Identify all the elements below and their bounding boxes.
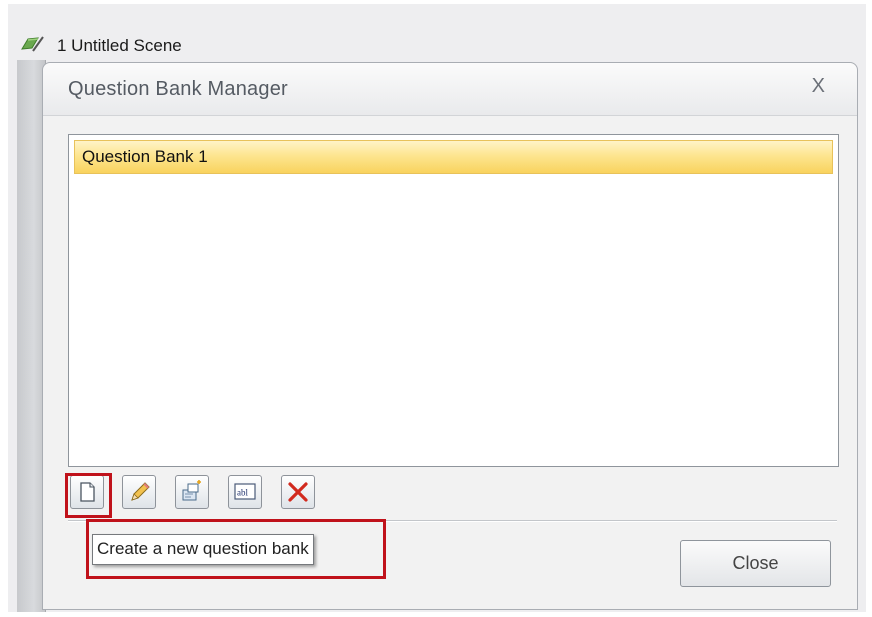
question-bank-list[interactable]: Question Bank 1 — [68, 134, 839, 467]
rename-abl-icon: abl — [234, 483, 256, 500]
edit-question-bank-button[interactable] — [122, 475, 156, 509]
dialog-title: Question Bank Manager — [68, 78, 288, 100]
question-bank-manager-dialog: Question Bank Manager X Question Bank 1 … — [42, 62, 858, 610]
pencil-icon — [131, 482, 150, 501]
delete-x-icon — [288, 482, 308, 502]
delete-question-bank-button[interactable] — [281, 475, 315, 509]
scene-flag-icon — [21, 36, 44, 52]
tooltip: Create a new question bank — [92, 534, 314, 565]
close-button[interactable]: Close — [680, 540, 831, 587]
dialog-close-icon[interactable]: X — [812, 75, 825, 98]
rename-question-bank-button[interactable]: abl — [228, 475, 262, 509]
svg-text:abl: abl — [237, 488, 248, 498]
list-item[interactable]: Question Bank 1 — [74, 140, 833, 174]
import-icon — [182, 480, 201, 501]
scene-title[interactable]: 1 Untitled Scene — [57, 36, 182, 56]
new-button-highlight — [65, 473, 112, 518]
import-question-bank-button[interactable] — [175, 475, 209, 509]
dialog-titlebar: Question Bank Manager X — [43, 63, 857, 116]
